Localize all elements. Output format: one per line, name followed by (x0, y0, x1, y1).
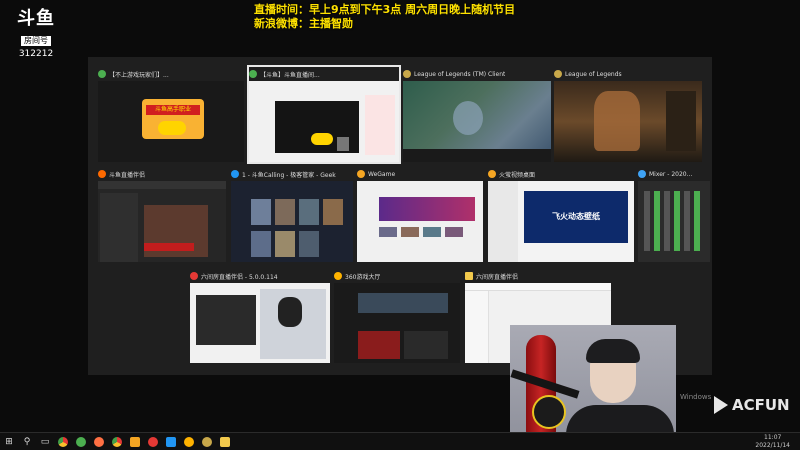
window-title-10: 六间房直播伴侣 - 5.0.0.114 (201, 273, 278, 281)
window-thumb-9[interactable]: Mixer - 2020... (638, 167, 710, 262)
window-thumb-11[interactable]: 360游戏大厅 (334, 269, 460, 363)
logo-mark: 斗鱼 (17, 8, 55, 29)
geek-icon (231, 170, 239, 178)
taskbar-geek-icon[interactable] (162, 433, 180, 450)
search-icon[interactable]: ⚲ (18, 433, 36, 450)
acfun-watermark: ACFUN (714, 396, 790, 414)
douyu-logo: 斗鱼 房间号 312212 (16, 8, 56, 60)
lol-icon (554, 70, 562, 78)
clock-time: 11:07 (764, 434, 782, 441)
watermark-line-1: Windows (680, 393, 712, 401)
lol-icon (403, 70, 411, 78)
windows-start-icon[interactable]: ⊞ (0, 433, 18, 450)
broadcast-notice: 直播时间：早上9点到下午3点 周六周日晚上随机节目 新浪微博：主播智勋 (254, 3, 515, 31)
window-thumb-8[interactable]: 火萤视频桌面 飞火动态壁纸 (488, 167, 634, 262)
taskbar-clock[interactable]: 11:07 2022/11/14 (755, 434, 790, 450)
window-thumb-1[interactable]: 【不上游戏玩家们】... 斗鱼高手职业 (98, 67, 244, 162)
window-title-1: 【不上游戏玩家们】... (109, 71, 169, 79)
window-title-4: League of Legends (565, 70, 622, 78)
window-title-2: 【斗鱼】斗鱼直播间... (260, 71, 320, 79)
taskbar-game-center-icon[interactable] (180, 433, 198, 450)
mixer-icon (638, 170, 646, 178)
streamer-hair (586, 339, 640, 363)
window-title-7: WeGame (368, 170, 396, 178)
punching-bag-logo (532, 395, 566, 429)
windows-taskbar: ⊞ ⚲ ▭ 11:07 2022/11/14 (0, 432, 800, 450)
folder-icon (465, 272, 473, 280)
windows-watermark: Windows (680, 393, 711, 402)
taskbar-wegame-icon[interactable] (126, 433, 144, 450)
taskbar-chrome-icon[interactable] (54, 433, 72, 450)
notice-weibo: 新浪微博：主播智勋 (254, 17, 353, 30)
browser-icon (249, 70, 257, 78)
window-title-9: Mixer - 2020... (649, 170, 693, 178)
window-thumb-6[interactable]: 1 - 斗鱼Calling - 极客管家 - Geek (231, 167, 353, 262)
window-thumb-4[interactable]: League of Legends (554, 67, 702, 162)
window-title-11: 360游戏大厅 (345, 273, 381, 281)
logo-room-label: 房间号 (21, 36, 51, 46)
window-thumb-5[interactable]: 斗鱼直播伴侣 (98, 167, 226, 262)
window-title-8: 火萤视频桌面 (499, 171, 536, 179)
taskbar-liujianfang-icon[interactable] (144, 433, 162, 450)
liujianfang-icon (190, 272, 198, 280)
clock-date: 2022/11/14 (755, 442, 790, 449)
taskbar-douyu-icon[interactable] (72, 433, 90, 450)
notice-schedule: 直播时间：早上9点到下午3点 周六周日晚上随机节目 (254, 3, 516, 16)
browser-icon (98, 70, 106, 78)
taskbar-lol-icon[interactable] (198, 433, 216, 450)
taskbar-folder-icon[interactable] (216, 433, 234, 450)
wegame-icon (357, 170, 365, 178)
taskbar-chrome-icon-2[interactable] (108, 433, 126, 450)
window-thumb-2[interactable]: 【斗鱼】斗鱼直播间... (247, 65, 401, 164)
play-icon (714, 396, 728, 414)
game-center-icon (334, 272, 342, 280)
window-thumb-10[interactable]: 六间房直播伴侣 - 5.0.0.114 (190, 269, 330, 363)
task-view-icon[interactable]: ▭ (36, 433, 54, 450)
hero-banner: 斗鱼高手职业 (146, 105, 200, 115)
huoying-brand: 飞火动态壁纸 (524, 191, 628, 243)
huoying-icon (488, 170, 496, 178)
window-title-6: 1 - 斗鱼Calling - 极客管家 - Geek (242, 171, 336, 179)
douyu-icon (98, 170, 106, 178)
window-title-3: League of Legends (TM) Client (414, 70, 506, 78)
taskbar-browser-icon[interactable] (90, 433, 108, 450)
window-thumb-7[interactable]: WeGame (357, 167, 483, 262)
acfun-label: ACFUN (732, 396, 790, 414)
window-title-5: 斗鱼直播伴侣 (109, 171, 146, 179)
window-title-12: 六间房直播伴侣 (476, 273, 519, 281)
room-number: 312212 (18, 49, 54, 59)
window-thumb-3[interactable]: League of Legends (TM) Client (403, 67, 551, 162)
